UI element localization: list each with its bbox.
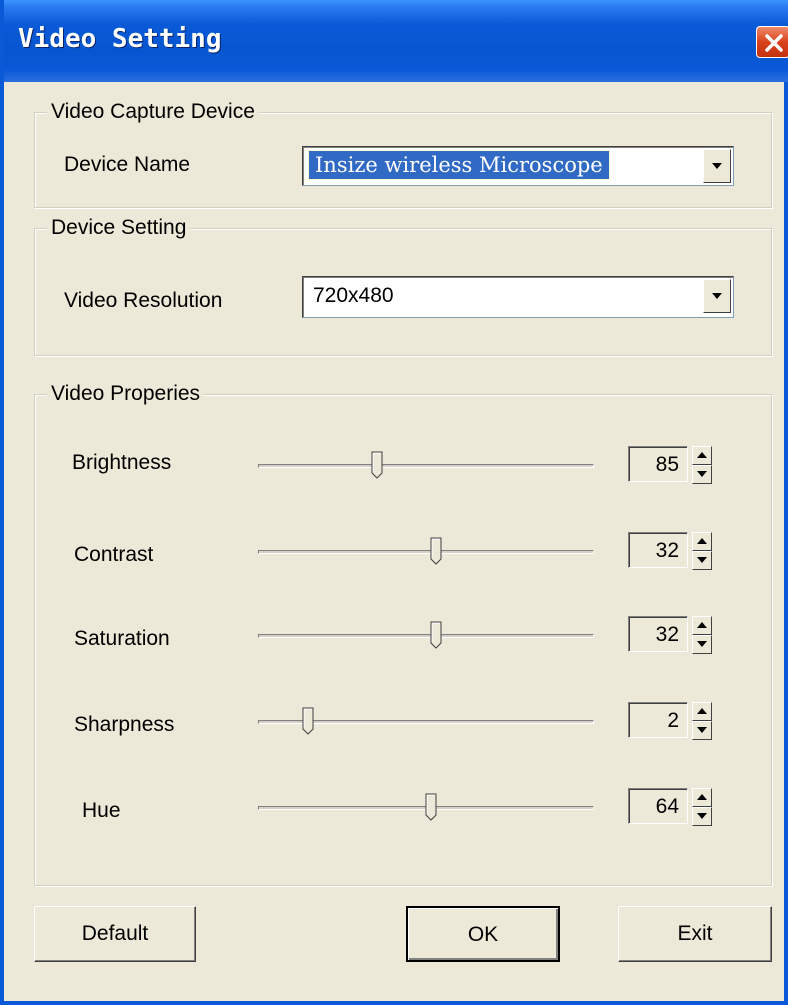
property-label: Saturation — [74, 627, 170, 650]
value-text: 32 — [655, 623, 679, 646]
video-resolution-select[interactable]: 720x480 — [302, 276, 734, 318]
slider-thumb[interactable] — [371, 451, 383, 479]
spin-down-button[interactable] — [692, 551, 712, 570]
video-resolution-value: 720x480 — [313, 284, 394, 307]
spin-down-button[interactable] — [692, 635, 712, 654]
spin-down-button[interactable] — [692, 807, 712, 826]
chevron-down-icon — [712, 163, 722, 169]
arrow-down-icon — [697, 557, 707, 563]
device-name-value: Insize wireless Microscope — [308, 150, 610, 180]
arrow-up-icon — [697, 538, 707, 544]
spin-up-button[interactable] — [692, 616, 712, 635]
value-text: 64 — [655, 795, 679, 818]
slider-track[interactable] — [258, 464, 594, 468]
value-field[interactable]: 32 — [628, 532, 688, 568]
value-text: 2 — [667, 709, 679, 732]
title-bar[interactable]: Video Setting — [4, 0, 788, 82]
arrow-up-icon — [697, 622, 707, 628]
video-resolution-dropdown-button[interactable] — [703, 279, 731, 313]
spin-down-button[interactable] — [692, 721, 712, 740]
property-label: Sharpness — [74, 713, 175, 736]
value-field[interactable]: 64 — [628, 788, 688, 824]
close-icon — [765, 34, 783, 52]
default-button[interactable]: Default — [34, 906, 196, 962]
spin-up-button[interactable] — [692, 446, 712, 465]
exit-button[interactable]: Exit — [618, 906, 772, 962]
value-text: 85 — [655, 453, 679, 476]
video-resolution-label: Video Resolution — [64, 289, 223, 312]
dialog-window: Video Setting Video Capture Device Devic… — [0, 0, 788, 1005]
group-label-video-capture-device: Video Capture Device — [47, 99, 259, 125]
close-button[interactable] — [756, 26, 788, 58]
device-name-label: Device Name — [64, 153, 191, 176]
arrow-up-icon — [697, 794, 707, 800]
device-name-select[interactable]: Insize wireless Microscope — [302, 146, 734, 186]
value-field[interactable]: 32 — [628, 616, 688, 652]
value-field[interactable]: 2 — [628, 702, 688, 738]
property-label: Contrast — [74, 543, 154, 566]
slider-thumb[interactable] — [302, 707, 314, 735]
value-text: 32 — [655, 539, 679, 562]
slider-track[interactable] — [258, 550, 594, 554]
chevron-down-icon — [712, 293, 722, 299]
spin-up-button[interactable] — [692, 788, 712, 807]
spin-up-button[interactable] — [692, 532, 712, 551]
device-name-dropdown-button[interactable] — [703, 149, 731, 183]
slider-thumb[interactable] — [425, 793, 437, 821]
slider-track[interactable] — [258, 634, 594, 638]
arrow-up-icon — [697, 708, 707, 714]
group-label-device-setting: Device Setting — [47, 215, 191, 241]
arrow-down-icon — [697, 641, 707, 647]
ok-button[interactable]: OK — [406, 906, 560, 962]
slider-thumb[interactable] — [430, 537, 442, 565]
arrow-up-icon — [697, 452, 707, 458]
property-label: Hue — [82, 799, 121, 822]
slider-thumb[interactable] — [430, 621, 442, 649]
spin-up-button[interactable] — [692, 702, 712, 721]
property-label: Brightness — [72, 451, 172, 474]
group-label-video-properties: Video Properies — [47, 381, 205, 407]
arrow-down-icon — [697, 471, 707, 477]
window-title: Video Setting — [18, 24, 222, 54]
spin-down-button[interactable] — [692, 465, 712, 484]
arrow-down-icon — [697, 727, 707, 733]
arrow-down-icon — [697, 813, 707, 819]
value-field[interactable]: 85 — [628, 446, 688, 482]
